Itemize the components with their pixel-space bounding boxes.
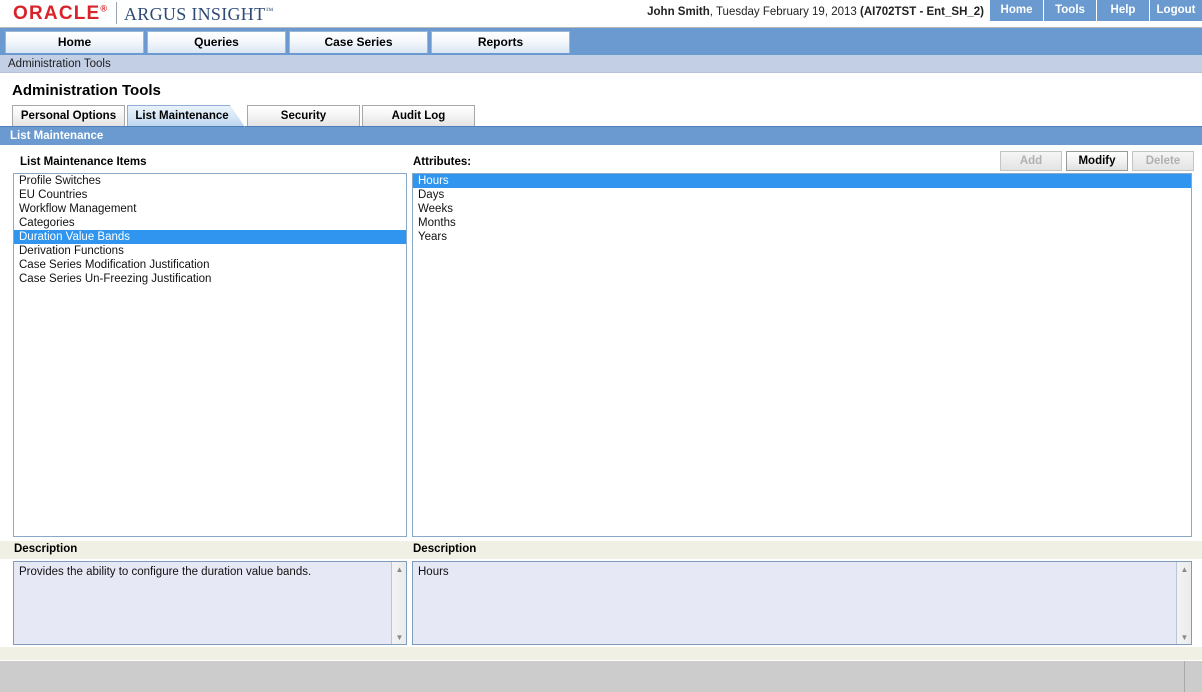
header-links: Home Tools Help Logout [990,0,1202,21]
nav-tab-queries[interactable]: Queries [147,31,286,53]
attribute-item-selected[interactable]: Hours [413,174,1191,188]
list-item[interactable]: Derivation Functions [14,244,406,258]
nav-tab-home[interactable]: Home [5,31,144,53]
description-band-right [406,541,1202,559]
main-navigation: Home Queries Case Series Reports [0,28,1202,55]
tab-list-maintenance[interactable]: List Maintenance [127,105,245,127]
list-maintenance-items-header: List Maintenance Items [20,156,147,168]
attribute-item[interactable]: Days [413,188,1191,202]
header-link-tools[interactable]: Tools [1043,0,1096,21]
list-item[interactable]: Categories [14,216,406,230]
action-button-group: Add Modify Delete [1000,151,1194,171]
description-box-left[interactable]: Provides the ability to configure the du… [13,561,407,645]
product-name: ARGUS INSIGHT™ [124,4,274,25]
admin-subtabs: Personal Options List Maintenance Securi… [12,105,1202,127]
description-box-right[interactable]: Hours ▲ ▼ [412,561,1192,645]
attribute-item[interactable]: Years [413,230,1191,244]
tenant-label: (AI702TST - Ent_SH_2) [860,6,984,18]
nav-tab-reports[interactable]: Reports [431,31,570,53]
description-right-scrollbar[interactable]: ▲ ▼ [1176,562,1191,644]
tab-personal-options[interactable]: Personal Options [12,105,125,126]
trademark-mark: ™ [265,6,274,15]
attributes-header: Attributes: [413,156,472,168]
content-bottom-strip [0,647,1202,661]
status-bar-resize-grip[interactable] [1184,661,1202,692]
list-item[interactable]: Workflow Management [14,202,406,216]
description-label-right: Description [413,543,477,555]
section-title-bar: List Maintenance [0,126,1202,145]
description-left-scrollbar[interactable]: ▲ ▼ [391,562,406,644]
oracle-wordmark: ORACLE [13,3,101,24]
top-header: ORACLE® ARGUS INSIGHT™ John Smith, Tuesd… [0,0,1202,28]
nav-tab-case-series[interactable]: Case Series [289,31,428,53]
oracle-logo: ORACLE® [13,3,108,25]
breadcrumb: Administration Tools [0,55,1202,73]
list-item-selected[interactable]: Duration Value Bands [14,230,406,244]
content-area: List Maintenance Items Attributes: Add M… [0,145,1202,661]
delete-button[interactable]: Delete [1132,151,1194,171]
list-item[interactable]: Profile Switches [14,174,406,188]
tab-audit-log[interactable]: Audit Log [362,105,475,126]
scroll-down-icon[interactable]: ▼ [1177,630,1191,644]
list-maintenance-items-list[interactable]: Profile Switches EU Countries Workflow M… [13,173,407,537]
scroll-up-icon[interactable]: ▲ [1177,562,1191,576]
description-text-left: Provides the ability to configure the du… [19,566,312,578]
header-link-home[interactable]: Home [990,0,1043,21]
page-title: Administration Tools [12,82,161,99]
header-link-help[interactable]: Help [1096,0,1149,21]
attributes-list[interactable]: Hours Days Weeks Months Years [412,173,1192,537]
user-name: John Smith [647,6,710,18]
add-button[interactable]: Add [1000,151,1062,171]
list-item[interactable]: EU Countries [14,188,406,202]
description-label-left: Description [14,543,78,555]
status-bar [0,660,1202,692]
user-info: John Smith, Tuesday February 19, 2013 (A… [647,6,984,18]
scroll-up-icon[interactable]: ▲ [392,562,406,576]
scroll-down-icon[interactable]: ▼ [392,630,406,644]
current-date: Tuesday February 19, 2013 [715,6,857,18]
attribute-item[interactable]: Weeks [413,202,1191,216]
tab-list-maintenance-label: List Maintenance [135,110,229,122]
tab-security[interactable]: Security [247,105,360,126]
list-item[interactable]: Case Series Modification Justification [14,258,406,272]
header-link-logout[interactable]: Logout [1149,0,1202,21]
description-text-right: Hours [418,566,449,578]
list-item[interactable]: Case Series Un-Freezing Justification [14,272,406,286]
logo-divider [116,2,117,24]
modify-button[interactable]: Modify [1066,151,1128,171]
attribute-item[interactable]: Months [413,216,1191,230]
product-wordmark: ARGUS INSIGHT [124,4,266,24]
oracle-registered-mark: ® [100,3,109,14]
